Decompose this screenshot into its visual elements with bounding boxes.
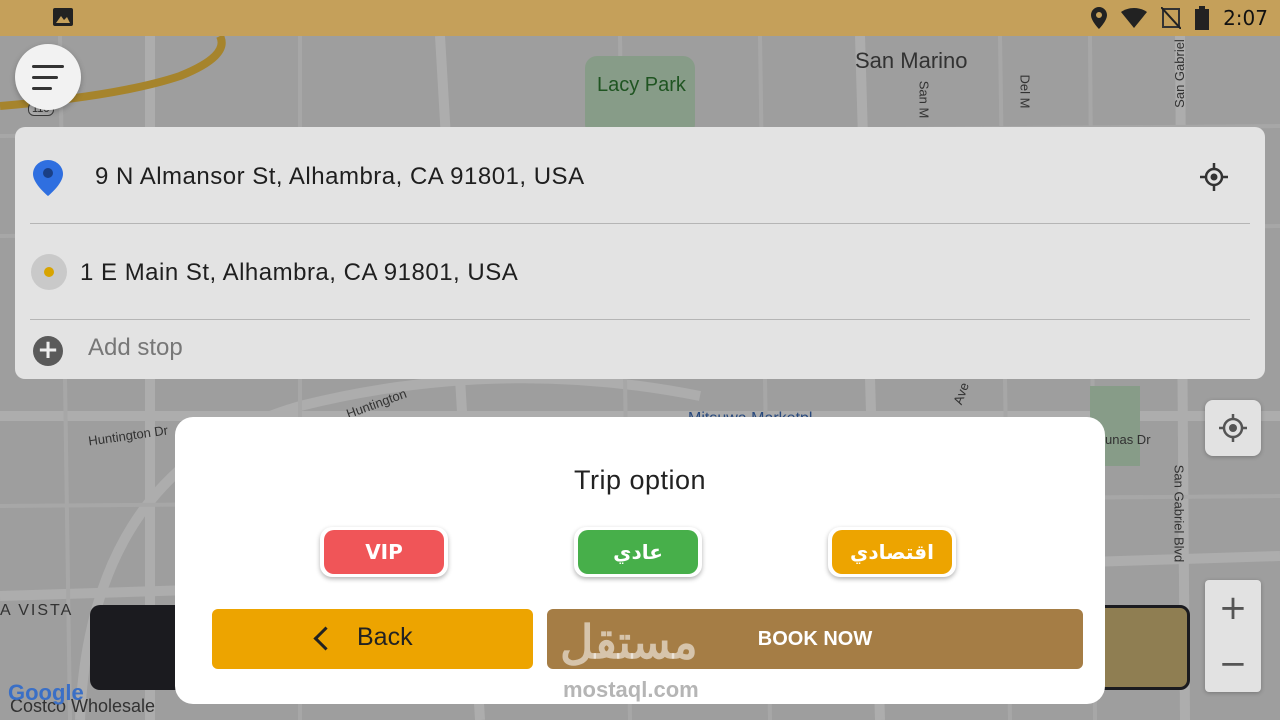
wifi-icon [1121,8,1148,28]
recenter-button[interactable] [1205,400,1261,456]
pickup-address[interactable]: 9 N Almansor St, Alhambra, CA 91801, USA [95,163,585,191]
menu-icon [32,65,64,68]
divider [30,319,1250,320]
battery-icon [1195,6,1210,30]
destination-dot-icon [31,254,67,290]
crosshair-icon [1219,414,1247,442]
menu-icon-line [32,87,52,90]
option-vip-label: VIP [324,530,444,574]
option-vip-button[interactable]: VIP [320,527,448,577]
clock: 2:07 [1223,6,1268,30]
no-signal-icon [1161,7,1182,29]
watermark-latin: mostaql.com [563,677,699,702]
chevron-left-icon [313,626,338,651]
option-economy-label: اقتصادي [832,530,952,574]
menu-icon-line [32,76,58,79]
menu-button[interactable] [15,44,81,110]
dialog-title: Trip option [573,465,707,495]
add-stop-icon[interactable]: + [33,336,63,366]
zoom-out-button[interactable]: − [1205,636,1261,692]
option-regular-label: عادي [578,530,698,574]
option-economy-button[interactable]: اقتصادي [828,527,956,577]
divider [30,223,1250,224]
back-button[interactable]: Back [212,609,533,669]
destination-address[interactable]: 1 E Main St, Alhambra, CA 91801, USA [80,259,518,287]
location-icon [1091,7,1108,29]
google-logo: Google [8,680,84,705]
pickup-pin-icon [33,160,63,196]
zoom-controls: + − [1205,580,1261,692]
status-bar: 2:07 [0,0,1280,36]
back-button-label: Back [357,623,413,651]
image-icon [53,8,73,26]
my-location-icon[interactable] [1200,163,1228,191]
zoom-in-button[interactable]: + [1205,580,1261,636]
watermark: مستقل mostaql.com [560,615,699,702]
add-stop-button[interactable]: Add stop [88,334,183,362]
route-panel: 9 N Almansor St, Alhambra, CA 91801, USA… [15,127,1265,379]
watermark-arabic: مستقل [560,616,698,668]
option-regular-button[interactable]: عادي [574,527,702,577]
